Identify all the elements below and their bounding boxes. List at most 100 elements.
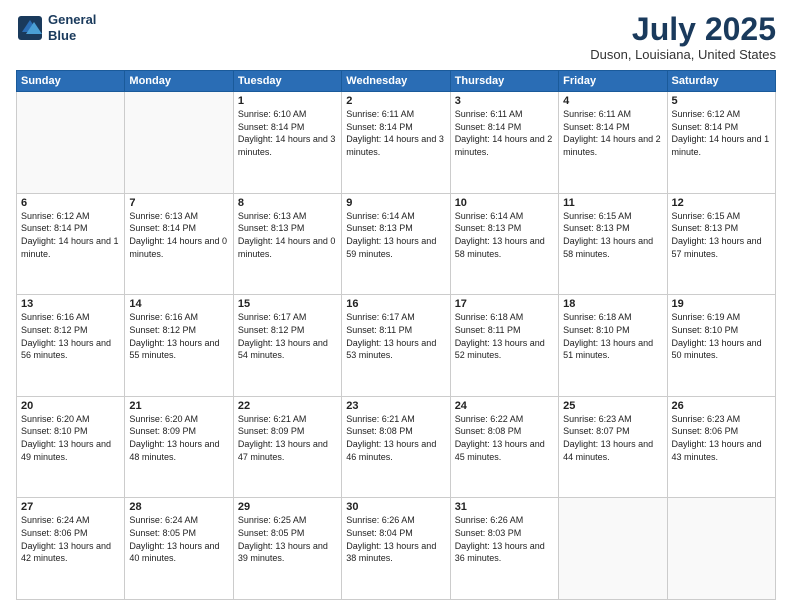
day-info: Sunrise: 6:10 AM Sunset: 8:14 PM Dayligh… bbox=[238, 108, 337, 158]
calendar-cell: 26Sunrise: 6:23 AM Sunset: 8:06 PM Dayli… bbox=[667, 396, 775, 498]
calendar-cell: 31Sunrise: 6:26 AM Sunset: 8:03 PM Dayli… bbox=[450, 498, 558, 600]
day-number: 11 bbox=[563, 197, 662, 209]
calendar-table: SundayMondayTuesdayWednesdayThursdayFrid… bbox=[16, 70, 776, 600]
calendar-week-1: 6Sunrise: 6:12 AM Sunset: 8:14 PM Daylig… bbox=[17, 193, 776, 295]
calendar-header-wednesday: Wednesday bbox=[342, 71, 450, 92]
day-info: Sunrise: 6:24 AM Sunset: 8:05 PM Dayligh… bbox=[129, 514, 228, 564]
day-info: Sunrise: 6:20 AM Sunset: 8:10 PM Dayligh… bbox=[21, 413, 120, 463]
calendar-cell: 4Sunrise: 6:11 AM Sunset: 8:14 PM Daylig… bbox=[559, 92, 667, 194]
calendar-cell: 9Sunrise: 6:14 AM Sunset: 8:13 PM Daylig… bbox=[342, 193, 450, 295]
calendar-cell: 2Sunrise: 6:11 AM Sunset: 8:14 PM Daylig… bbox=[342, 92, 450, 194]
day-number: 4 bbox=[563, 95, 662, 107]
day-number: 2 bbox=[346, 95, 445, 107]
calendar-cell: 22Sunrise: 6:21 AM Sunset: 8:09 PM Dayli… bbox=[233, 396, 341, 498]
calendar-cell: 6Sunrise: 6:12 AM Sunset: 8:14 PM Daylig… bbox=[17, 193, 125, 295]
day-number: 28 bbox=[129, 501, 228, 513]
day-number: 12 bbox=[672, 197, 771, 209]
calendar-cell: 14Sunrise: 6:16 AM Sunset: 8:12 PM Dayli… bbox=[125, 295, 233, 397]
day-number: 24 bbox=[455, 400, 554, 412]
title-block: July 2025 Duson, Louisiana, United State… bbox=[590, 12, 776, 62]
day-info: Sunrise: 6:12 AM Sunset: 8:14 PM Dayligh… bbox=[21, 210, 120, 260]
day-info: Sunrise: 6:14 AM Sunset: 8:13 PM Dayligh… bbox=[455, 210, 554, 260]
calendar-header-monday: Monday bbox=[125, 71, 233, 92]
day-number: 1 bbox=[238, 95, 337, 107]
calendar-cell: 30Sunrise: 6:26 AM Sunset: 8:04 PM Dayli… bbox=[342, 498, 450, 600]
calendar-header-sunday: Sunday bbox=[17, 71, 125, 92]
day-number: 26 bbox=[672, 400, 771, 412]
day-number: 3 bbox=[455, 95, 554, 107]
calendar-cell: 13Sunrise: 6:16 AM Sunset: 8:12 PM Dayli… bbox=[17, 295, 125, 397]
day-number: 17 bbox=[455, 298, 554, 310]
day-number: 10 bbox=[455, 197, 554, 209]
calendar-week-2: 13Sunrise: 6:16 AM Sunset: 8:12 PM Dayli… bbox=[17, 295, 776, 397]
calendar-week-3: 20Sunrise: 6:20 AM Sunset: 8:10 PM Dayli… bbox=[17, 396, 776, 498]
day-info: Sunrise: 6:11 AM Sunset: 8:14 PM Dayligh… bbox=[455, 108, 554, 158]
day-info: Sunrise: 6:24 AM Sunset: 8:06 PM Dayligh… bbox=[21, 514, 120, 564]
calendar-cell bbox=[667, 498, 775, 600]
day-number: 14 bbox=[129, 298, 228, 310]
day-info: Sunrise: 6:18 AM Sunset: 8:10 PM Dayligh… bbox=[563, 311, 662, 361]
logo-line1: General bbox=[48, 12, 96, 28]
day-info: Sunrise: 6:21 AM Sunset: 8:09 PM Dayligh… bbox=[238, 413, 337, 463]
calendar-cell: 10Sunrise: 6:14 AM Sunset: 8:13 PM Dayli… bbox=[450, 193, 558, 295]
day-info: Sunrise: 6:17 AM Sunset: 8:11 PM Dayligh… bbox=[346, 311, 445, 361]
calendar-cell: 25Sunrise: 6:23 AM Sunset: 8:07 PM Dayli… bbox=[559, 396, 667, 498]
day-info: Sunrise: 6:20 AM Sunset: 8:09 PM Dayligh… bbox=[129, 413, 228, 463]
day-info: Sunrise: 6:22 AM Sunset: 8:08 PM Dayligh… bbox=[455, 413, 554, 463]
day-info: Sunrise: 6:25 AM Sunset: 8:05 PM Dayligh… bbox=[238, 514, 337, 564]
header: General Blue July 2025 Duson, Louisiana,… bbox=[16, 12, 776, 62]
calendar-header-thursday: Thursday bbox=[450, 71, 558, 92]
day-info: Sunrise: 6:13 AM Sunset: 8:14 PM Dayligh… bbox=[129, 210, 228, 260]
day-number: 16 bbox=[346, 298, 445, 310]
logo-text: General Blue bbox=[48, 12, 96, 43]
page: General Blue July 2025 Duson, Louisiana,… bbox=[0, 0, 792, 612]
day-number: 18 bbox=[563, 298, 662, 310]
day-number: 29 bbox=[238, 501, 337, 513]
day-number: 7 bbox=[129, 197, 228, 209]
day-info: Sunrise: 6:15 AM Sunset: 8:13 PM Dayligh… bbox=[563, 210, 662, 260]
calendar-cell: 21Sunrise: 6:20 AM Sunset: 8:09 PM Dayli… bbox=[125, 396, 233, 498]
day-number: 9 bbox=[346, 197, 445, 209]
day-info: Sunrise: 6:26 AM Sunset: 8:03 PM Dayligh… bbox=[455, 514, 554, 564]
calendar-cell: 7Sunrise: 6:13 AM Sunset: 8:14 PM Daylig… bbox=[125, 193, 233, 295]
calendar-cell: 28Sunrise: 6:24 AM Sunset: 8:05 PM Dayli… bbox=[125, 498, 233, 600]
calendar-cell: 29Sunrise: 6:25 AM Sunset: 8:05 PM Dayli… bbox=[233, 498, 341, 600]
day-info: Sunrise: 6:11 AM Sunset: 8:14 PM Dayligh… bbox=[563, 108, 662, 158]
day-number: 21 bbox=[129, 400, 228, 412]
day-info: Sunrise: 6:13 AM Sunset: 8:13 PM Dayligh… bbox=[238, 210, 337, 260]
calendar-cell: 24Sunrise: 6:22 AM Sunset: 8:08 PM Dayli… bbox=[450, 396, 558, 498]
calendar-cell: 1Sunrise: 6:10 AM Sunset: 8:14 PM Daylig… bbox=[233, 92, 341, 194]
day-info: Sunrise: 6:14 AM Sunset: 8:13 PM Dayligh… bbox=[346, 210, 445, 260]
day-number: 15 bbox=[238, 298, 337, 310]
calendar-header-tuesday: Tuesday bbox=[233, 71, 341, 92]
location: Duson, Louisiana, United States bbox=[590, 47, 776, 62]
calendar-header-row: SundayMondayTuesdayWednesdayThursdayFrid… bbox=[17, 71, 776, 92]
day-number: 6 bbox=[21, 197, 120, 209]
calendar-week-0: 1Sunrise: 6:10 AM Sunset: 8:14 PM Daylig… bbox=[17, 92, 776, 194]
day-number: 30 bbox=[346, 501, 445, 513]
day-info: Sunrise: 6:21 AM Sunset: 8:08 PM Dayligh… bbox=[346, 413, 445, 463]
day-info: Sunrise: 6:16 AM Sunset: 8:12 PM Dayligh… bbox=[21, 311, 120, 361]
calendar-cell: 19Sunrise: 6:19 AM Sunset: 8:10 PM Dayli… bbox=[667, 295, 775, 397]
day-info: Sunrise: 6:17 AM Sunset: 8:12 PM Dayligh… bbox=[238, 311, 337, 361]
calendar-cell: 15Sunrise: 6:17 AM Sunset: 8:12 PM Dayli… bbox=[233, 295, 341, 397]
calendar-header-saturday: Saturday bbox=[667, 71, 775, 92]
day-number: 23 bbox=[346, 400, 445, 412]
calendar-cell: 20Sunrise: 6:20 AM Sunset: 8:10 PM Dayli… bbox=[17, 396, 125, 498]
calendar-cell: 3Sunrise: 6:11 AM Sunset: 8:14 PM Daylig… bbox=[450, 92, 558, 194]
day-number: 20 bbox=[21, 400, 120, 412]
calendar-header-friday: Friday bbox=[559, 71, 667, 92]
day-info: Sunrise: 6:15 AM Sunset: 8:13 PM Dayligh… bbox=[672, 210, 771, 260]
logo-icon bbox=[16, 14, 44, 42]
calendar-week-4: 27Sunrise: 6:24 AM Sunset: 8:06 PM Dayli… bbox=[17, 498, 776, 600]
calendar-cell bbox=[17, 92, 125, 194]
day-number: 13 bbox=[21, 298, 120, 310]
day-info: Sunrise: 6:19 AM Sunset: 8:10 PM Dayligh… bbox=[672, 311, 771, 361]
logo-line2: Blue bbox=[48, 28, 96, 44]
day-number: 19 bbox=[672, 298, 771, 310]
month-title: July 2025 bbox=[590, 12, 776, 47]
calendar-cell bbox=[125, 92, 233, 194]
day-number: 5 bbox=[672, 95, 771, 107]
logo: General Blue bbox=[16, 12, 96, 43]
day-info: Sunrise: 6:26 AM Sunset: 8:04 PM Dayligh… bbox=[346, 514, 445, 564]
